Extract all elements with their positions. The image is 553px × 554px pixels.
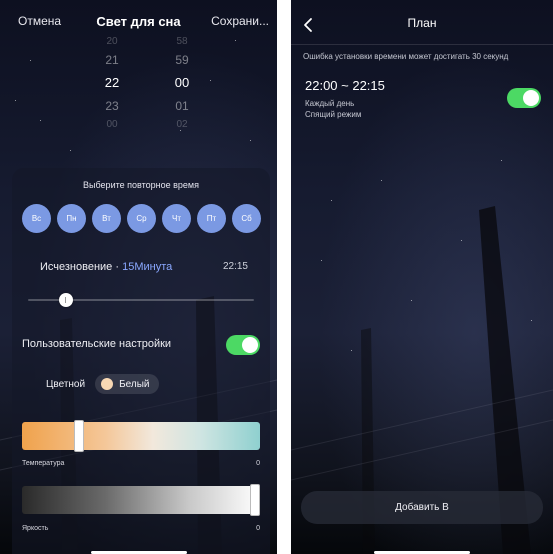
hour-option[interactable]: 00 — [92, 119, 132, 130]
brightness-label: Яркость — [22, 525, 49, 532]
temperature-label-row: Температура 0 — [22, 460, 260, 467]
temperature-label: Температура — [22, 460, 65, 467]
temperature-slider[interactable] — [22, 420, 260, 452]
selected-hour[interactable]: 22 — [92, 75, 132, 90]
page-title: План — [407, 16, 437, 30]
day-button-fri[interactable]: Пт — [197, 204, 226, 233]
header-divider — [291, 44, 553, 45]
brightness-value: 0 — [256, 525, 260, 532]
selected-minute[interactable]: 00 — [162, 75, 202, 90]
top-bar: Отмена Свет для сна Сохрани... — [0, 14, 277, 30]
schedule-time-range: 22:00 ~ 22:15 — [305, 78, 385, 93]
schedule-mode: Спящий режим — [305, 110, 362, 119]
color-swatch-icon — [101, 378, 114, 390]
picker-row[interactable]: 21 59 — [92, 48, 202, 71]
schedule-item[interactable]: 22:00 ~ 22:15 Каждый день Спящий режим — [305, 78, 541, 120]
color-mode-label: Цветной — [46, 378, 86, 390]
minute-option[interactable]: 59 — [162, 53, 202, 67]
color-mode-row: Цветной Белый — [46, 374, 160, 394]
picker-row[interactable]: 00 02 — [92, 117, 202, 131]
custom-settings-row: Пользовательские настройки — [22, 335, 260, 355]
fade-duration-value[interactable]: 15Минута — [122, 261, 172, 273]
picker-row[interactable]: 20 58 — [92, 34, 202, 48]
schedule-repeat: Каждый день — [305, 99, 355, 108]
schedule-toggle[interactable] — [507, 88, 541, 108]
chip-label: Белый — [119, 378, 150, 390]
fade-row: Исчезновение · 15Минута 22:15 — [40, 261, 248, 273]
hour-option[interactable]: 21 — [92, 53, 132, 67]
hour-option[interactable]: 20 — [92, 36, 132, 47]
temperature-slider-handle[interactable] — [74, 420, 85, 452]
minute-option[interactable]: 02 — [162, 119, 202, 130]
schedule-details: Каждый день Спящий режим — [305, 98, 541, 120]
temperature-value: 0 — [256, 460, 260, 467]
toggle-thumb — [242, 337, 258, 353]
toggle-thumb — [523, 90, 539, 106]
day-button-sun[interactable]: Вс — [22, 204, 51, 233]
fade-slider[interactable] — [28, 293, 254, 307]
day-button-thu[interactable]: Чт — [162, 204, 191, 233]
time-picker[interactable]: 20 58 21 59 22 00 23 01 00 02 — [92, 34, 202, 131]
day-button-wed[interactable]: Ср — [127, 204, 156, 233]
fade-label: Исчезновение · — [40, 261, 123, 273]
repeat-title: Выберите повторное время — [83, 180, 199, 190]
minute-option[interactable]: 01 — [162, 99, 202, 113]
day-button-sat[interactable]: Сб — [232, 204, 261, 233]
save-button[interactable]: Сохрани... — [211, 14, 269, 28]
minute-option[interactable]: 58 — [162, 36, 202, 47]
sleep-light-screen: Отмена Свет для сна Сохрани... 20 58 21 … — [0, 0, 277, 554]
day-button-mon[interactable]: Пн — [57, 204, 86, 233]
brightness-slider[interactable] — [22, 484, 261, 516]
top-bar: План — [291, 16, 553, 34]
custom-settings-label: Пользовательские настройки — [22, 338, 172, 350]
brightness-slider-handle[interactable] — [250, 484, 261, 516]
settings-panel: Выберите повторное время Вс Пн Вт Ср Чт … — [12, 168, 270, 554]
custom-settings-toggle[interactable] — [226, 335, 260, 355]
fade-end-time: 22:15 — [222, 261, 248, 272]
schedule-screen: План Ошибка установки времени может дост… — [291, 0, 553, 554]
hour-option[interactable]: 23 — [92, 99, 132, 113]
time-error-notice: Ошибка установки времени может достигать… — [303, 52, 509, 61]
day-selector: Вс Пн Вт Ср Чт Пт Сб — [22, 204, 261, 233]
fade-slider-handle[interactable] — [59, 293, 74, 307]
picker-selected-row[interactable]: 22 00 — [92, 71, 202, 94]
brightness-label-row: Яркость 0 — [22, 525, 260, 532]
picker-row[interactable]: 23 01 — [92, 94, 202, 117]
add-schedule-button[interactable]: Добавить В — [301, 491, 543, 524]
white-color-chip[interactable]: Белый — [95, 374, 160, 394]
day-button-tue[interactable]: Вт — [92, 204, 121, 233]
